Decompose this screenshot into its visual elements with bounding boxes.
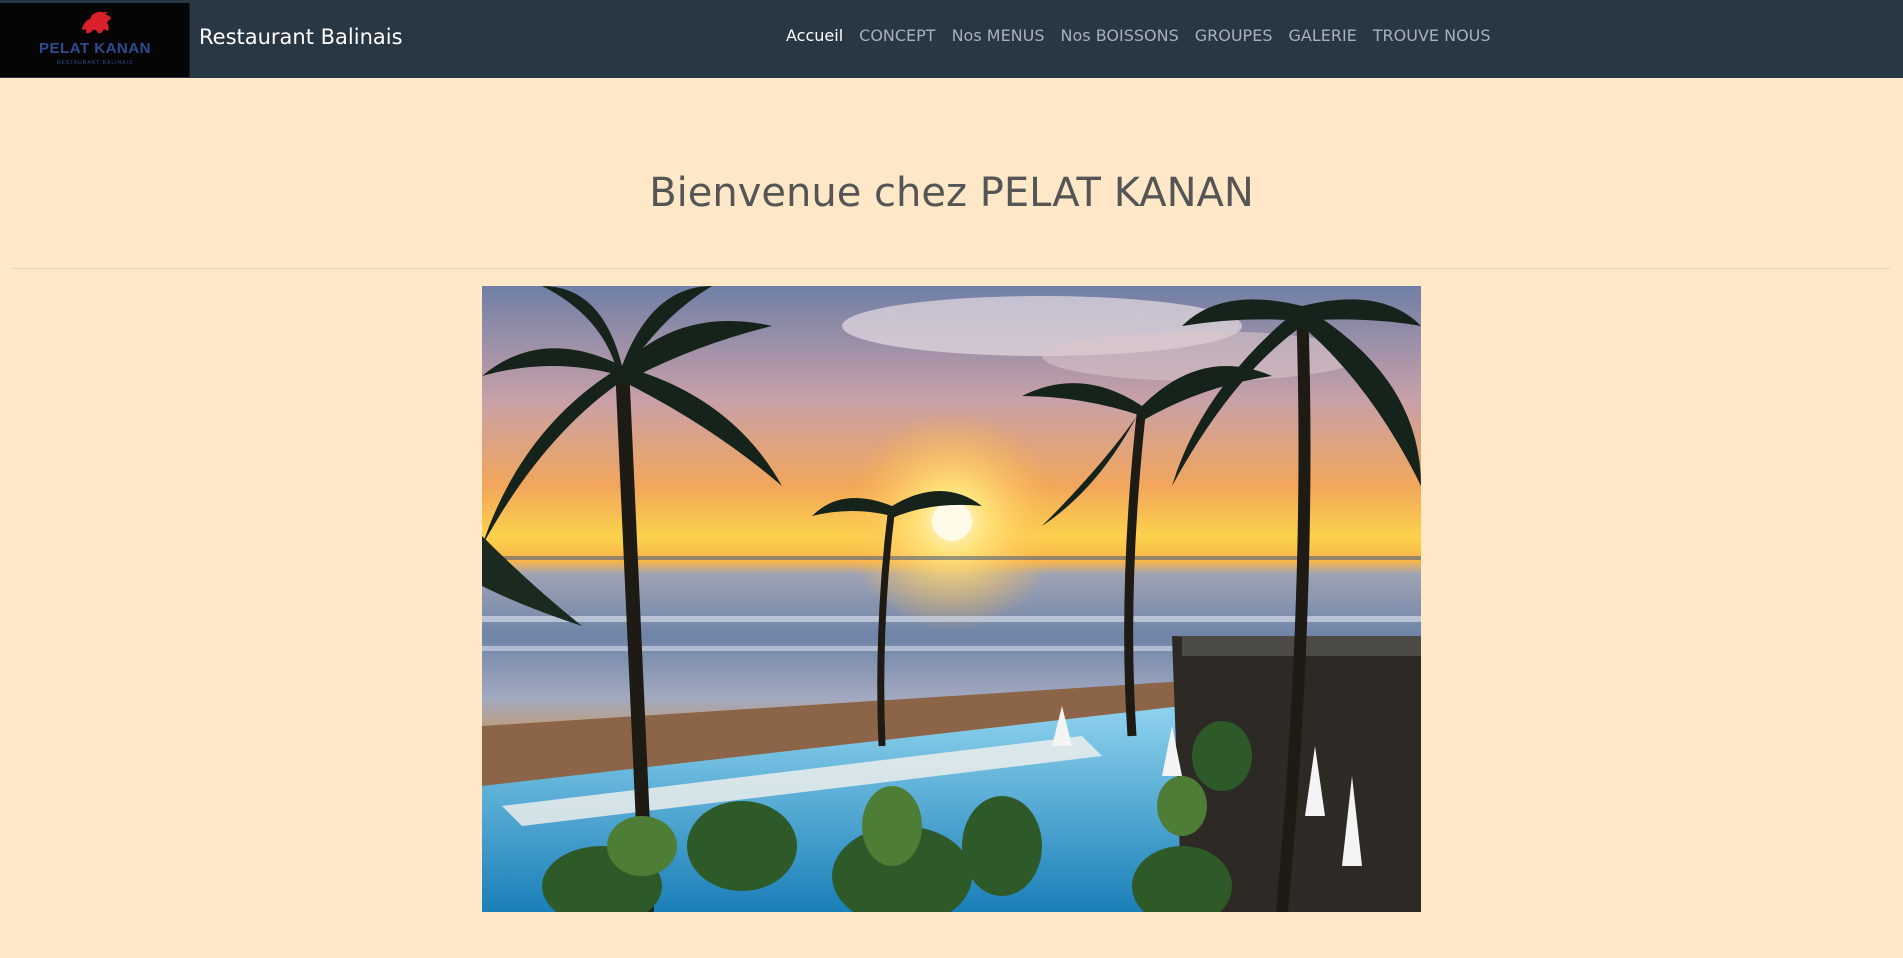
navbar: PELAT KANAN RESTAURANT BALINAIS Restaura… [0, 0, 1903, 78]
nav-link-groupes[interactable]: GROUPES [1195, 26, 1273, 45]
nav-link-concept[interactable]: CONCEPT [859, 26, 935, 45]
logo-subtitle: RESTAURANT BALINAIS [56, 59, 134, 66]
hero-image [482, 286, 1421, 912]
nav-link-boissons[interactable]: Nos BOISSONS [1061, 26, 1179, 45]
nav-links: Accueil CONCEPT Nos MENUS Nos BOISSONS G… [786, 26, 1507, 45]
logo[interactable]: PELAT KANAN RESTAURANT BALINAIS [0, 2, 190, 77]
page-title: Bienvenue chez PELAT KANAN [649, 170, 1254, 216]
divider [12, 268, 1890, 269]
nav-link-galerie[interactable]: GALERIE [1288, 26, 1356, 45]
brand-link[interactable]: Restaurant Balinais [199, 25, 403, 49]
logo-name: PELAT KANAN [39, 39, 151, 57]
nav-link-menus[interactable]: Nos MENUS [952, 26, 1045, 45]
nav-link-accueil[interactable]: Accueil [786, 26, 843, 45]
nav-link-trouve-nous[interactable]: TROUVE NOUS [1373, 26, 1491, 45]
lion-icon [82, 11, 111, 33]
